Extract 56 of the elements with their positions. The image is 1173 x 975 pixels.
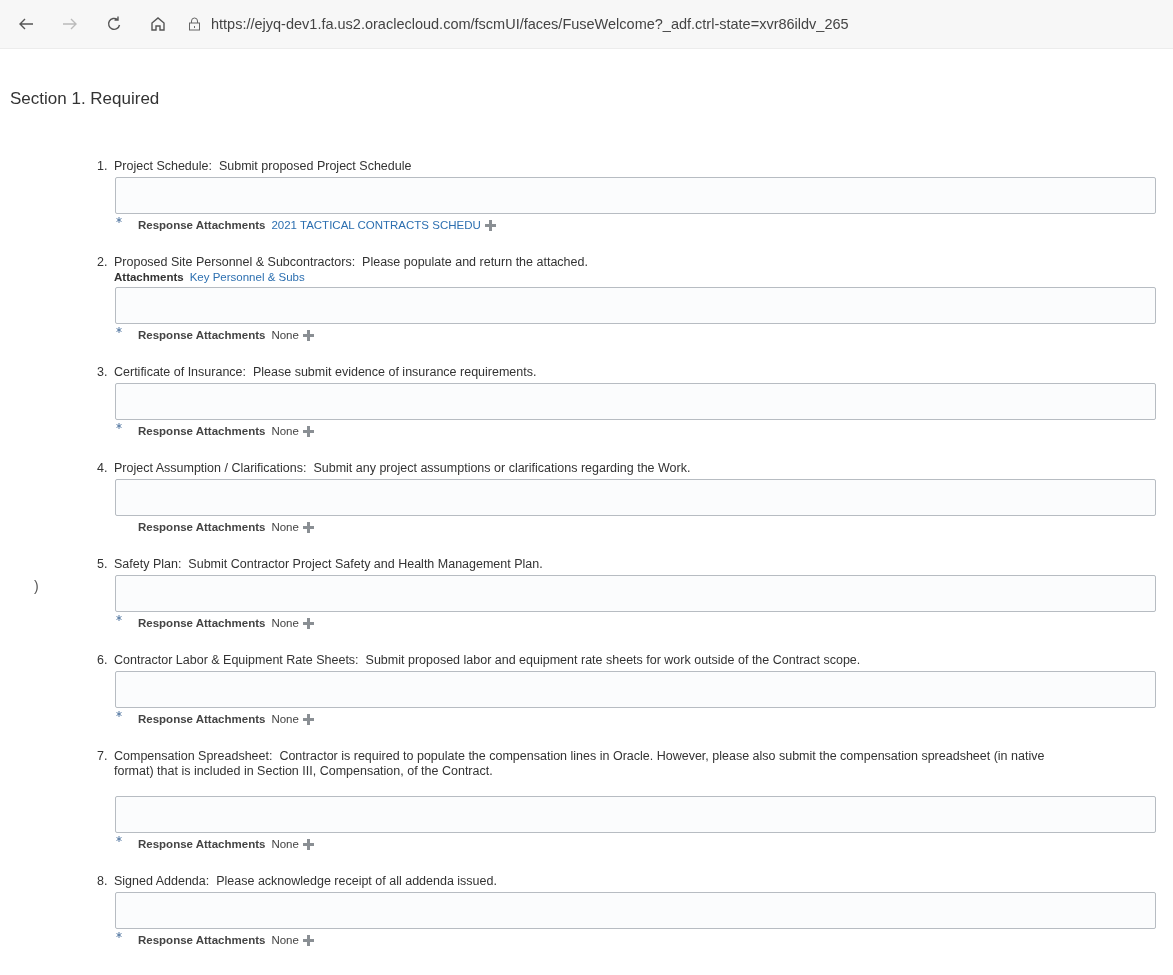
add-icon[interactable]	[301, 520, 315, 534]
question-text: Safety Plan: Submit Contractor Project Safety and Health Management Plan.	[114, 557, 544, 572]
attachments-label: Attachments	[114, 270, 184, 284]
response-attachments-label: Response Attachments	[138, 521, 266, 533]
attachment-value: None	[271, 617, 299, 629]
attachment-value: None	[271, 521, 299, 533]
question-text: Proposed Site Personnel & Subcontractors: Please populate and return the attached.	[114, 255, 589, 270]
item-number: 2.	[97, 255, 109, 270]
response-field[interactable]	[115, 177, 1156, 214]
attachment-value: None	[271, 329, 299, 341]
response-attachments-label: Response Attachments	[138, 838, 266, 850]
item-number: 3.	[97, 365, 109, 380]
question-text: Signed Addenda: Please acknowledge receipt of all addenda issued.	[114, 874, 498, 889]
add-icon[interactable]	[301, 712, 315, 726]
response-field[interactable]	[115, 575, 1156, 612]
item-number: 1.	[97, 159, 109, 174]
response-field[interactable]	[115, 892, 1156, 929]
section-title: Section 1. Required	[10, 89, 161, 109]
response-field[interactable]	[115, 383, 1156, 420]
question-text: Compensation Spreadsheet: Contractor is required to populate the compensation lines in Oracle. However, please also submit the compensation spreadsheet (in native format) that is included in Section III, Compensation, of the Contract.	[114, 749, 1046, 779]
add-icon[interactable]	[483, 218, 497, 232]
home-icon[interactable]	[149, 15, 167, 33]
attachment-value: None	[271, 425, 299, 437]
response-field[interactable]	[115, 796, 1156, 833]
item-number: 4.	[97, 461, 109, 476]
add-icon[interactable]	[301, 933, 315, 947]
question-text: Certificate of Insurance: Please submit evidence of insurance requirements.	[114, 365, 538, 380]
response-attachments-label: Response Attachments	[138, 617, 266, 629]
response-attachments-label: Response Attachments	[138, 713, 266, 725]
edge-glyph: )	[34, 578, 39, 594]
add-icon[interactable]	[301, 328, 315, 342]
add-icon[interactable]	[301, 424, 315, 438]
response-attachments-label: Response Attachments	[138, 329, 266, 341]
item-number: 7.	[97, 749, 109, 765]
attachment-value: None	[271, 934, 299, 946]
item-number: 8.	[97, 874, 109, 889]
question-text: Project Schedule: Submit proposed Project Schedule	[114, 159, 413, 174]
add-icon[interactable]	[301, 616, 315, 630]
question-text: Project Assumption / Clarifications: Submit any project assumptions or clarifications regarding the Work.	[114, 461, 692, 476]
lock-icon	[188, 17, 201, 31]
attachment-value: None	[271, 838, 299, 850]
response-attachments-label: Response Attachments	[138, 219, 266, 231]
response-field[interactable]	[115, 671, 1156, 708]
item-number: 5.	[97, 557, 109, 572]
attachment-link[interactable]: 2021 TACTICAL CONTRACTS SCHEDU	[271, 219, 481, 231]
response-field[interactable]	[115, 287, 1156, 324]
response-field[interactable]	[115, 479, 1156, 516]
question-text: Contractor Labor & Equipment Rate Sheets: Submit proposed labor and equipment rate sheets for work outside of the Contract scope.	[114, 653, 862, 668]
reload-icon[interactable]	[105, 15, 123, 33]
attachment-link[interactable]: Key Personnel & Subs	[189, 270, 305, 284]
attachment-value: None	[271, 713, 299, 725]
response-attachments-label: Response Attachments	[138, 425, 266, 437]
add-icon[interactable]	[301, 837, 315, 851]
response-attachments-label: Response Attachments	[138, 934, 266, 946]
address-bar-url[interactable]: https://ejyq-dev1.fa.us2.oraclecloud.com/fscmUI/faces/FuseWelcome?_adf.ctrl-state=xvr86ildv_265	[211, 16, 849, 32]
item-number: 6.	[97, 653, 109, 668]
